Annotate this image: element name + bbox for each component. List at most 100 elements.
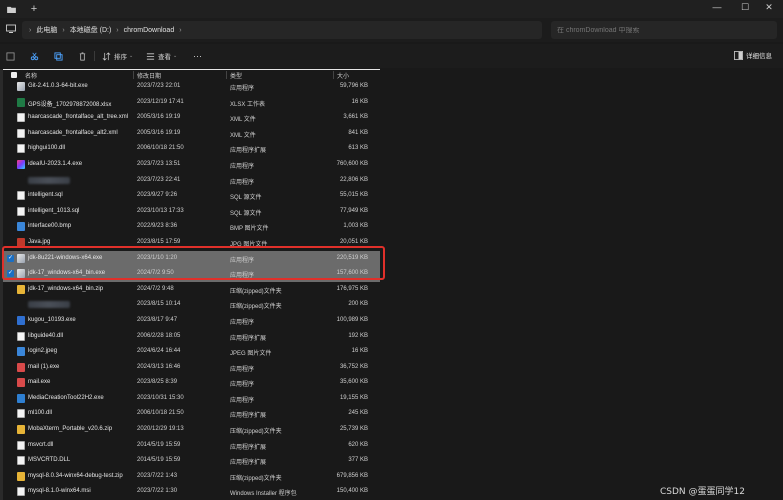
file-row[interactable]: libguide40.dll 2006/2/28 18:05 应用程序扩展 192 K… — [3, 329, 380, 345]
file-size: 25,739 KB — [339, 426, 368, 433]
breadcrumb-this-pc[interactable]: 此电脑 — [36, 25, 57, 35]
delete-button[interactable] — [78, 49, 87, 63]
file-row[interactable]: MediaCreationTool22H2.exe 2023/10/31 15:3… — [3, 391, 380, 407]
file-type: XML 文件 — [230, 132, 256, 139]
file-row[interactable]: 2023/8/15 10:14 压缩(zipped)文件夹 200 KB — [3, 297, 380, 313]
file-row[interactable]: mysql-8.1.0-winx64.msi 2023/7/22 1:30 Wind… — [3, 484, 380, 500]
file-row[interactable]: Git-2.41.0.3-64-bit.exe 2023/7/23 22:01 应用… — [3, 79, 380, 95]
file-size: 176,975 KB — [336, 285, 368, 292]
file-row[interactable]: intelligent.sql 2023/9/27 9:26 SQL 源文件 55,0… — [3, 188, 380, 204]
file-size: 613 KB — [348, 145, 368, 152]
file-row[interactable]: login2.jpeg 2024/6/24 16:44 JPEG 图片文件 16 KB — [3, 344, 380, 360]
search-input[interactable] — [557, 26, 757, 34]
file-name: mysql-8.0.34-winx64-debug-test.zip — [28, 472, 123, 479]
details-button[interactable]: 详细信息 — [734, 50, 772, 60]
file-size: 16 KB — [351, 348, 368, 355]
search-box[interactable] — [551, 21, 777, 39]
file-row[interactable]: ml100.dll 2006/10/18 21:50 应用程序扩展 245 KB — [3, 406, 380, 422]
file-row[interactable]: msvcrt.dll 2014/5/19 15:59 应用程序扩展 620 KB — [3, 438, 380, 454]
file-row[interactable]: kugou_10193.exe 2023/8/17 9:47 应用程序 100,989… — [3, 313, 380, 329]
new-item-button[interactable] — [6, 49, 15, 63]
file-type: 压缩(zipped)文件夹 — [230, 429, 282, 436]
breadcrumb-drive[interactable]: 本地磁盘 (D:) — [70, 25, 112, 35]
file-date: 2023/12/19 17:41 — [137, 98, 184, 105]
copy-button[interactable] — [54, 49, 63, 63]
file-row[interactable]: intelligent_1013.sql 2023/10/13 17:33 SQL … — [3, 204, 380, 220]
file-type: 压缩(zipped)文件夹 — [230, 304, 282, 311]
file-row[interactable]: jdk-17_windows-x64_bin.zip 2024/7/2 9:48 压… — [3, 282, 380, 298]
file-type: 压缩(zipped)文件夹 — [230, 288, 282, 295]
file-date: 2022/9/23 8:36 — [137, 223, 178, 230]
file-date: 2023/10/13 17:33 — [137, 207, 184, 214]
close-button[interactable]: ✕ — [755, 0, 783, 14]
file-size: 77,949 KB — [339, 207, 368, 214]
file-type: SQL 源文件 — [230, 195, 262, 202]
file-type: 应用程序 — [230, 163, 255, 170]
dll-file-icon — [17, 409, 25, 419]
file-name: ideaIU-2023.1.4.exe — [28, 160, 83, 167]
file-size: 19,155 KB — [339, 394, 368, 401]
file-size: 377 KB — [348, 457, 368, 464]
file-row[interactable]: 2023/7/23 22:41 应用程序 22,806 KB — [3, 173, 380, 189]
chevron-down-icon: ⌄ — [129, 53, 134, 59]
file-type: 应用程序 — [230, 397, 255, 404]
xml-file-icon — [17, 113, 25, 123]
dll-file-icon — [17, 331, 25, 341]
breadcrumb-folder[interactable]: chromDownload — [124, 27, 175, 34]
media-file-icon — [17, 393, 25, 403]
file-row[interactable]: haarcascade_frontalface_alt_tree.xml 2005… — [3, 110, 380, 126]
cut-button[interactable] — [30, 49, 39, 63]
dll-file-icon — [17, 487, 25, 497]
file-type: XML 文件 — [230, 117, 256, 124]
breadcrumb[interactable]: › 此电脑 › 本地磁盘 (D:) › chromDownload › — [22, 21, 542, 39]
file-name: ml100.dll — [28, 410, 53, 417]
file-size: 36,752 KB — [339, 363, 368, 370]
file-row[interactable]: MobaXterm_Portable_v20.6.zip 2020/12/29 1… — [3, 422, 380, 438]
file-date: 2024/3/13 16:46 — [137, 363, 181, 370]
mail-file-icon — [17, 378, 25, 388]
chevron-right-icon: › — [29, 26, 32, 34]
file-row[interactable]: MSVCRTD.DLL 2014/5/19 15:59 应用程序扩展 377 KB — [3, 453, 380, 469]
file-size: 841 KB — [348, 129, 368, 136]
minimize-button[interactable]: — — [703, 0, 731, 14]
file-date: 2023/9/27 9:26 — [137, 192, 178, 199]
file-type: 应用程序 — [230, 382, 255, 389]
view-icon — [146, 52, 155, 60]
view-button[interactable]: 查看 ⌄ — [146, 49, 177, 63]
file-row[interactable]: highgui100.dll 2006/10/18 21:50 应用程序扩展 613 … — [3, 141, 380, 157]
xlsx-file-icon — [17, 97, 25, 107]
details-pane-icon — [734, 50, 743, 60]
more-options-button[interactable]: ··· — [193, 49, 202, 63]
file-name: libguide40.dll — [28, 332, 64, 339]
dll-file-icon — [17, 456, 25, 466]
dll-file-icon — [17, 144, 25, 154]
file-size: 200 KB — [348, 301, 368, 308]
divider — [94, 51, 95, 61]
file-size: 35,600 KB — [339, 379, 368, 386]
new-tab-button[interactable]: + — [26, 0, 42, 18]
mail-file-icon — [17, 362, 25, 372]
file-name: haarcascade_frontalface_alt_tree.xml — [28, 114, 129, 121]
sort-button[interactable]: 排序 ⌄ — [102, 49, 133, 63]
file-row[interactable]: ideaIU-2023.1.4.exe 2023/7/23 13:51 应用程序 76… — [3, 157, 380, 173]
file-date: 2006/10/18 21:50 — [137, 410, 184, 417]
file-size: 679,856 KB — [336, 472, 368, 479]
file-row[interactable]: GPS设备_1702978872008.xlsx 2023/12/19 17:41… — [3, 95, 380, 111]
column-divider[interactable] — [333, 71, 334, 79]
select-all-checkbox[interactable] — [11, 72, 17, 78]
file-row[interactable]: haarcascade_frontalface_alt2.xml 2005/3/1… — [3, 126, 380, 142]
file-row[interactable]: interface00.bmp 2022/9/23 8:36 BMP 图片文件 1,0… — [3, 219, 380, 235]
folder-tab[interactable] — [0, 0, 22, 18]
column-divider[interactable] — [133, 71, 134, 79]
file-size: 16 KB — [351, 98, 368, 105]
column-divider[interactable] — [226, 71, 227, 79]
file-row[interactable]: mail (1).exe 2024/3/13 16:46 应用程序 36,752 KB — [3, 360, 380, 376]
file-row[interactable]: mysql-8.0.34-winx64-debug-test.zip 2023/7… — [3, 469, 380, 485]
file-row[interactable]: mail.exe 2023/8/25 8:39 应用程序 35,600 KB — [3, 375, 380, 391]
file-date: 2023/10/31 15:30 — [137, 394, 184, 401]
exe-file-icon — [17, 82, 25, 91]
computer-icon[interactable] — [6, 24, 16, 34]
file-type: 应用程序扩展 — [230, 335, 267, 342]
file-size: 1,003 KB — [343, 223, 368, 230]
redacted-filename — [28, 301, 70, 309]
